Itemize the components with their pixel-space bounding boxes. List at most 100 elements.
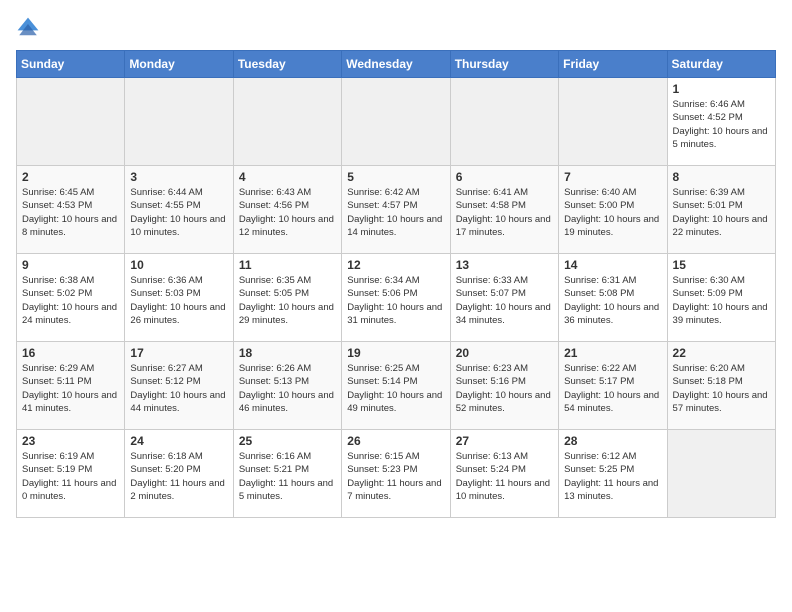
day-info: Sunrise: 6:27 AM Sunset: 5:12 PM Dayligh… (130, 362, 227, 415)
day-number: 13 (456, 258, 553, 272)
day-number: 23 (22, 434, 119, 448)
day-info: Sunrise: 6:31 AM Sunset: 5:08 PM Dayligh… (564, 274, 661, 327)
day-info: Sunrise: 6:35 AM Sunset: 5:05 PM Dayligh… (239, 274, 336, 327)
calendar-week-4: 16 Sunrise: 6:29 AM Sunset: 5:11 PM Dayli… (17, 342, 776, 430)
day-info: Sunrise: 6:12 AM Sunset: 5:25 PM Dayligh… (564, 450, 661, 503)
calendar-cell: 12 Sunrise: 6:34 AM Sunset: 5:06 PM Dayli… (342, 254, 450, 342)
calendar-cell (667, 430, 775, 518)
weekday-header-tuesday: Tuesday (233, 51, 341, 78)
weekday-header-wednesday: Wednesday (342, 51, 450, 78)
day-number: 10 (130, 258, 227, 272)
calendar-cell: 6 Sunrise: 6:41 AM Sunset: 4:58 PM Daylig… (450, 166, 558, 254)
day-number: 5 (347, 170, 444, 184)
day-number: 6 (456, 170, 553, 184)
logo (16, 16, 44, 40)
calendar-cell (450, 78, 558, 166)
day-number: 14 (564, 258, 661, 272)
day-number: 21 (564, 346, 661, 360)
calendar-cell: 25Sunrise: 6:16 AM Sunset: 5:21 PM Dayli… (233, 430, 341, 518)
day-info: Sunrise: 6:39 AM Sunset: 5:01 PM Dayligh… (673, 186, 770, 239)
day-number: 12 (347, 258, 444, 272)
calendar-cell: 19 Sunrise: 6:25 AM Sunset: 5:14 PM Dayli… (342, 342, 450, 430)
day-number: 19 (347, 346, 444, 360)
calendar-cell: 3 Sunrise: 6:44 AM Sunset: 4:55 PM Daylig… (125, 166, 233, 254)
calendar-cell: 4Sunrise: 6:43 AM Sunset: 4:56 PM Daylig… (233, 166, 341, 254)
calendar-week-1: 1 Sunrise: 6:46 AM Sunset: 4:52 PM Daylig… (17, 78, 776, 166)
day-number: 24 (130, 434, 227, 448)
day-info: Sunrise: 6:33 AM Sunset: 5:07 PM Dayligh… (456, 274, 553, 327)
day-info: Sunrise: 6:43 AM Sunset: 4:56 PM Dayligh… (239, 186, 336, 239)
calendar-table: SundayMondayTuesdayWednesdayThursdayFrid… (16, 50, 776, 518)
day-info: Sunrise: 6:34 AM Sunset: 5:06 PM Dayligh… (347, 274, 444, 327)
calendar-cell: 1 Sunrise: 6:46 AM Sunset: 4:52 PM Daylig… (667, 78, 775, 166)
weekday-header-friday: Friday (559, 51, 667, 78)
calendar-cell: 23 Sunrise: 6:19 AM Sunset: 5:19 PM Dayli… (17, 430, 125, 518)
day-number: 11 (239, 258, 336, 272)
day-number: 20 (456, 346, 553, 360)
calendar-cell: 7 Sunrise: 6:40 AM Sunset: 5:00 PM Daylig… (559, 166, 667, 254)
calendar-cell: 26 Sunrise: 6:15 AM Sunset: 5:23 PM Dayli… (342, 430, 450, 518)
calendar-cell: 27Sunrise: 6:13 AM Sunset: 5:24 PM Dayli… (450, 430, 558, 518)
day-info: Sunrise: 6:19 AM Sunset: 5:19 PM Dayligh… (22, 450, 119, 503)
weekday-header-saturday: Saturday (667, 51, 775, 78)
calendar-cell: 13 Sunrise: 6:33 AM Sunset: 5:07 PM Dayli… (450, 254, 558, 342)
calendar-cell: 22 Sunrise: 6:20 AM Sunset: 5:18 PM Dayli… (667, 342, 775, 430)
day-info: Sunrise: 6:25 AM Sunset: 5:14 PM Dayligh… (347, 362, 444, 415)
calendar-week-5: 23 Sunrise: 6:19 AM Sunset: 5:19 PM Dayli… (17, 430, 776, 518)
calendar-cell: 14 Sunrise: 6:31 AM Sunset: 5:08 PM Dayli… (559, 254, 667, 342)
day-info: Sunrise: 6:15 AM Sunset: 5:23 PM Dayligh… (347, 450, 444, 503)
calendar-cell: 5Sunrise: 6:42 AM Sunset: 4:57 PM Daylig… (342, 166, 450, 254)
weekday-header-sunday: Sunday (17, 51, 125, 78)
day-number: 18 (239, 346, 336, 360)
day-number: 2 (22, 170, 119, 184)
day-number: 26 (347, 434, 444, 448)
day-number: 8 (673, 170, 770, 184)
calendar-cell: 16 Sunrise: 6:29 AM Sunset: 5:11 PM Dayli… (17, 342, 125, 430)
day-info: Sunrise: 6:41 AM Sunset: 4:58 PM Dayligh… (456, 186, 553, 239)
calendar-cell: 10 Sunrise: 6:36 AM Sunset: 5:03 PM Dayli… (125, 254, 233, 342)
day-info: Sunrise: 6:23 AM Sunset: 5:16 PM Dayligh… (456, 362, 553, 415)
day-info: Sunrise: 6:26 AM Sunset: 5:13 PM Dayligh… (239, 362, 336, 415)
calendar-cell: 9Sunrise: 6:38 AM Sunset: 5:02 PM Daylig… (17, 254, 125, 342)
day-info: Sunrise: 6:45 AM Sunset: 4:53 PM Dayligh… (22, 186, 119, 239)
day-info: Sunrise: 6:20 AM Sunset: 5:18 PM Dayligh… (673, 362, 770, 415)
calendar-cell (17, 78, 125, 166)
day-info: Sunrise: 6:13 AM Sunset: 5:24 PM Dayligh… (456, 450, 553, 503)
day-number: 7 (564, 170, 661, 184)
calendar-cell: 21Sunrise: 6:22 AM Sunset: 5:17 PM Dayli… (559, 342, 667, 430)
day-number: 22 (673, 346, 770, 360)
calendar-cell (342, 78, 450, 166)
day-number: 17 (130, 346, 227, 360)
calendar-cell (233, 78, 341, 166)
calendar-week-3: 9Sunrise: 6:38 AM Sunset: 5:02 PM Daylig… (17, 254, 776, 342)
day-info: Sunrise: 6:36 AM Sunset: 5:03 PM Dayligh… (130, 274, 227, 327)
calendar-cell: 28 Sunrise: 6:12 AM Sunset: 5:25 PM Dayli… (559, 430, 667, 518)
day-number: 15 (673, 258, 770, 272)
calendar-cell: 11 Sunrise: 6:35 AM Sunset: 5:05 PM Dayli… (233, 254, 341, 342)
weekday-header-monday: Monday (125, 51, 233, 78)
calendar-week-2: 2 Sunrise: 6:45 AM Sunset: 4:53 PM Daylig… (17, 166, 776, 254)
page-header (16, 16, 776, 40)
calendar-cell: 15 Sunrise: 6:30 AM Sunset: 5:09 PM Dayli… (667, 254, 775, 342)
day-info: Sunrise: 6:18 AM Sunset: 5:20 PM Dayligh… (130, 450, 227, 503)
day-info: Sunrise: 6:40 AM Sunset: 5:00 PM Dayligh… (564, 186, 661, 239)
day-info: Sunrise: 6:30 AM Sunset: 5:09 PM Dayligh… (673, 274, 770, 327)
calendar-cell: 20 Sunrise: 6:23 AM Sunset: 5:16 PM Dayli… (450, 342, 558, 430)
calendar-cell: 8 Sunrise: 6:39 AM Sunset: 5:01 PM Daylig… (667, 166, 775, 254)
day-number: 3 (130, 170, 227, 184)
calendar-cell (559, 78, 667, 166)
calendar-cell: 2 Sunrise: 6:45 AM Sunset: 4:53 PM Daylig… (17, 166, 125, 254)
day-info: Sunrise: 6:46 AM Sunset: 4:52 PM Dayligh… (673, 98, 770, 151)
generalblue-logo-icon (16, 16, 40, 40)
day-number: 9 (22, 258, 119, 272)
weekday-header-thursday: Thursday (450, 51, 558, 78)
day-info: Sunrise: 6:44 AM Sunset: 4:55 PM Dayligh… (130, 186, 227, 239)
calendar-cell: 24 Sunrise: 6:18 AM Sunset: 5:20 PM Dayli… (125, 430, 233, 518)
calendar-cell: 17 Sunrise: 6:27 AM Sunset: 5:12 PM Dayli… (125, 342, 233, 430)
day-number: 16 (22, 346, 119, 360)
day-number: 28 (564, 434, 661, 448)
day-info: Sunrise: 6:29 AM Sunset: 5:11 PM Dayligh… (22, 362, 119, 415)
calendar-header-row: SundayMondayTuesdayWednesdayThursdayFrid… (17, 51, 776, 78)
day-info: Sunrise: 6:16 AM Sunset: 5:21 PM Dayligh… (239, 450, 336, 503)
day-number: 1 (673, 82, 770, 96)
